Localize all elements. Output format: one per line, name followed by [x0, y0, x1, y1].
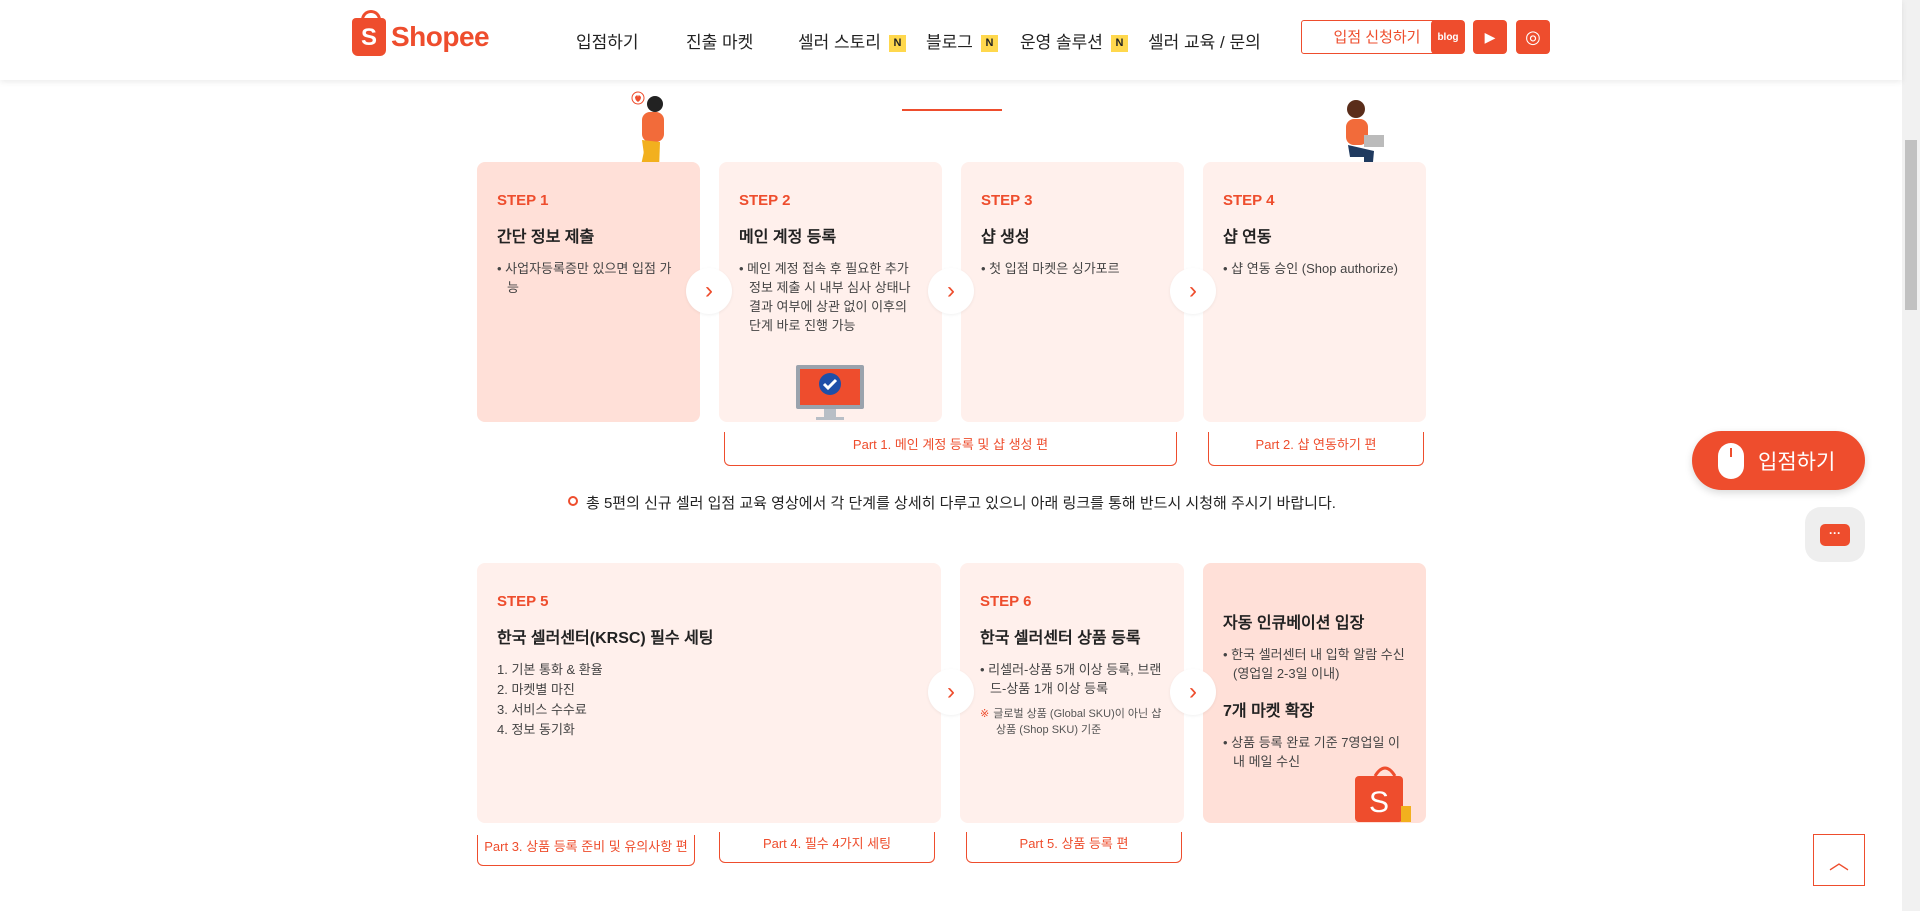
step-bullet: 첫 입점 마켓은 싱가포르 — [981, 259, 1164, 278]
step-bullet: 한국 셀러센터 내 입학 알람 수신 (영업일 2-3일 이내) — [1223, 645, 1406, 683]
shopping-bag-icon: S — [1355, 766, 1411, 822]
nav-item-solutions[interactable]: 운영 솔루션 N — [1020, 28, 1128, 53]
step-title: 샵 생성 — [981, 229, 1030, 246]
step-list-item: 4. 정보 동기화 — [497, 722, 575, 737]
nav-label: 운영 솔루션 — [1020, 33, 1103, 52]
step-card-1: STEP 1 간단 정보 제출 사업자등록증만 있으면 입점 가능 — [477, 162, 700, 422]
step-title: 7개 마켓 확장 — [1223, 703, 1315, 720]
chevron-up-icon: ︿ — [1829, 851, 1849, 874]
step-label: STEP 1 — [497, 192, 549, 209]
step-bullet: 리셀러-상품 5개 이상 등록, 브랜드-상품 1개 이상 등록 — [980, 660, 1164, 698]
youtube-icon[interactable]: ▶ — [1473, 20, 1507, 54]
youtube-glyph: ▶ — [1484, 28, 1496, 45]
notice-text: 총 5편의 신규 셀러 입점 교육 영상에서 각 단계를 상세히 다루고 있으니… — [568, 492, 1336, 513]
logo-mark: S — [360, 24, 377, 51]
nav-item-markets[interactable]: 진출 마켓 — [686, 28, 753, 53]
new-badge: N — [888, 35, 906, 52]
chevron-right-icon: › — [1170, 268, 1216, 314]
nav-item-signup[interactable]: 입점하기 — [576, 28, 639, 53]
chevron-right-icon: › — [686, 268, 732, 314]
part-link-3[interactable]: Part 3. 상품 등록 준비 및 유의사항 편 — [477, 835, 695, 866]
note-mark: ※ — [980, 708, 990, 720]
mouse-icon — [1718, 442, 1744, 479]
step-bullet: 메인 계정 접속 후 필요한 추가 정보 제출 시 내부 심사 상태나 결과 여… — [739, 259, 922, 335]
step-list-item: 2. 마켓별 마진 — [497, 682, 575, 697]
step-list-item: 3. 서비스 수수료 — [497, 702, 587, 717]
step-title: 메인 계정 등록 — [739, 229, 837, 246]
logo-text: Shopee — [391, 21, 490, 52]
shopee-bag-icon: S — [352, 10, 386, 56]
step-label: STEP 4 — [1223, 192, 1275, 209]
part-link-4[interactable]: Part 4. 필수 4가지 세팅 — [719, 832, 935, 863]
new-badge: N — [1110, 35, 1128, 52]
scroll-top-button[interactable]: ︿ — [1813, 834, 1865, 886]
step-list-item: 1. 기본 통화 & 환율 — [497, 662, 603, 677]
notice-message: 총 5편의 신규 셀러 입점 교육 영상에서 각 단계를 상세히 다루고 있으니… — [586, 495, 1336, 512]
nav-label: 진출 마켓 — [686, 33, 754, 52]
instagram-icon[interactable]: ◎ — [1516, 20, 1550, 54]
step-label: STEP 2 — [739, 192, 791, 209]
step-bullet: 사업자등록증만 있으면 입점 가능 — [497, 259, 680, 297]
step-label: STEP 5 — [497, 593, 549, 610]
part-link-2[interactable]: Part 2. 샵 연동하기 편 — [1208, 432, 1424, 466]
nav-item-seller-story[interactable]: 셀러 스토리 N — [798, 28, 906, 53]
step-card-3: STEP 3 샵 생성 첫 입점 마켓은 싱가포르 — [961, 162, 1184, 422]
fab-label: 입점하기 — [1758, 450, 1836, 474]
site-header: S Shopee 입점하기 진출 마켓 셀러 스토리 N 블로그 N 운영 솔루션 N… — [0, 0, 1902, 80]
nav-label: 블로그 — [926, 33, 973, 52]
nav-item-education[interactable]: 셀러 교육 / 문의 — [1148, 28, 1261, 53]
nav-label: 셀러 스토리 — [798, 33, 881, 52]
section-divider — [902, 109, 1002, 111]
scrollbar-thumb[interactable] — [1905, 140, 1917, 310]
step-bullet: 샵 연동 승인 (Shop authorize) — [1223, 259, 1406, 278]
step-label: STEP 3 — [981, 192, 1033, 209]
step-card-4: STEP 4 샵 연동 샵 연동 승인 (Shop authorize) — [1203, 162, 1426, 422]
chevron-right-icon: › — [928, 669, 974, 715]
chat-bubble-icon: ··· — [1820, 523, 1850, 546]
chat-button[interactable]: ··· — [1805, 507, 1865, 562]
page-scrollbar[interactable] — [1902, 0, 1920, 911]
nav-label: 셀러 교육 / 문의 — [1148, 33, 1261, 52]
shopee-logo[interactable]: S Shopee — [352, 10, 490, 56]
instagram-glyph: ◎ — [1525, 26, 1541, 47]
step-note: ※ 글로벌 상품 (Global SKU)이 아닌 샵 상품 (Shop SKU)… — [980, 706, 1164, 738]
monitor-check-icon — [796, 365, 864, 420]
part-link-1[interactable]: Part 1. 메인 계정 등록 및 샵 생성 편 — [724, 432, 1177, 466]
notice-bullet-icon — [568, 496, 578, 506]
part-link-5[interactable]: Part 5. 상품 등록 편 — [966, 832, 1182, 863]
note-text: 글로벌 상품 (Global SKU)이 아닌 샵 상품 (Shop SKU) … — [993, 708, 1162, 736]
step-title: 간단 정보 제출 — [497, 229, 595, 246]
svg-text:S: S — [1369, 786, 1389, 819]
step-card-5: STEP 5 한국 셀러센터(KRSC) 필수 세팅 1. 기본 통화 & 환율… — [477, 563, 941, 823]
blog-icon[interactable]: blog — [1431, 20, 1465, 54]
step-title: 한국 셀러센터 상품 등록 — [980, 630, 1141, 647]
nav-label: 입점하기 — [576, 33, 639, 52]
step-card-6: STEP 6 한국 셀러센터 상품 등록 리셀러-상품 5개 이상 등록, 브랜… — [960, 563, 1184, 823]
step-title: 자동 인큐베이션 입장 — [1223, 615, 1365, 632]
chevron-right-icon: › — [928, 268, 974, 314]
nav-item-blog[interactable]: 블로그 N — [926, 28, 998, 53]
new-badge: N — [980, 35, 998, 52]
step-title: 샵 연동 — [1223, 229, 1272, 246]
step-label: STEP 6 — [980, 593, 1032, 610]
step-title: 한국 셀러센터(KRSC) 필수 세팅 — [497, 630, 714, 647]
chevron-right-icon: › — [1170, 669, 1216, 715]
floating-signup-button[interactable]: 입점하기 — [1692, 431, 1865, 490]
blog-icon-text: blog — [1437, 31, 1459, 43]
